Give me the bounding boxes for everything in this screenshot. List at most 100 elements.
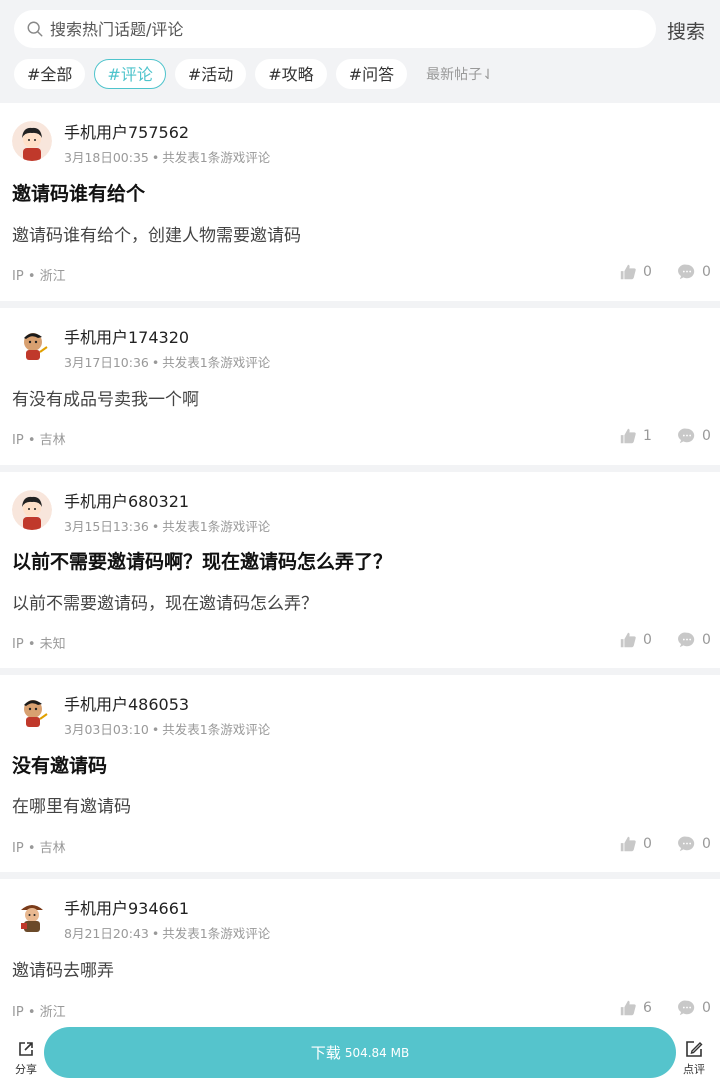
separator-dot: • xyxy=(151,519,160,534)
post-time: 3月17日10:36 xyxy=(64,355,149,370)
comment-button[interactable]: 0 xyxy=(678,427,711,445)
post-location: IP • 浙江 xyxy=(12,1005,66,1020)
post-card[interactable]: 手机用户486053 3月03日03:10 • 共发表1条游戏评论 没有邀请码 在哪… xyxy=(0,675,720,872)
comment-icon xyxy=(678,428,695,444)
avatar[interactable] xyxy=(12,693,52,733)
post-location: IP • 浙江 xyxy=(12,269,66,284)
review-count: 共发表1条游戏评论 xyxy=(162,519,271,534)
avatar[interactable] xyxy=(12,490,52,530)
comment-icon xyxy=(678,836,695,852)
post-location: IP • 未知 xyxy=(12,637,66,652)
thumbs-up-icon xyxy=(620,428,636,444)
like-count: 1 xyxy=(643,428,652,444)
username[interactable]: 手机用户680321 xyxy=(64,488,189,512)
post-card[interactable]: 手机用户680321 3月15日13:36 • 共发表1条游戏评论 以前不需要邀请码… xyxy=(0,472,720,668)
sort-dropdown[interactable]: 最新帖子⇃ xyxy=(426,64,494,84)
monkey-avatar-icon xyxy=(12,326,52,366)
boy-avatar-icon xyxy=(12,121,52,161)
search-input[interactable] xyxy=(48,18,612,40)
post-location: IP • 吉林 xyxy=(12,433,66,448)
thumbs-up-icon xyxy=(620,264,636,280)
post-meta: 3月15日13:36 • 共发表1条游戏评论 xyxy=(64,516,270,535)
tag-review[interactable]: #评论 xyxy=(94,59,166,89)
like-count: 6 xyxy=(643,1000,652,1016)
comment-button[interactable]: 0 xyxy=(678,999,711,1017)
share-label: 分享 xyxy=(15,1063,37,1076)
review-count: 共发表1条游戏评论 xyxy=(162,150,271,165)
comment-count: 0 xyxy=(702,1000,711,1016)
post-body: 邀请码谁有给个，创建人物需要邀请码 xyxy=(12,226,301,246)
like-button[interactable]: 0 xyxy=(619,835,652,853)
warrior-avatar-icon xyxy=(12,897,52,937)
post-title: 邀请码谁有给个 xyxy=(12,183,146,205)
avatar[interactable] xyxy=(12,121,52,161)
download-button[interactable]: 下载 504.84 MB xyxy=(44,1027,676,1078)
comment-count: 0 xyxy=(702,264,711,280)
header: 搜索 #全部 #评论 #活动 #攻略 #问答 最新帖子⇃ xyxy=(0,0,720,103)
review-count: 共发表1条游戏评论 xyxy=(162,722,271,737)
separator-dot: • xyxy=(151,722,160,737)
like-count: 0 xyxy=(643,632,652,648)
post-title: 没有邀请码 xyxy=(12,755,108,777)
post-time: 3月15日13:36 xyxy=(64,519,149,534)
post-meta: 3月18日00:35 • 共发表1条游戏评论 xyxy=(64,147,270,166)
share-button[interactable]: 分享 xyxy=(10,1039,42,1077)
comment-button[interactable]: 0 xyxy=(678,631,711,649)
like-count: 0 xyxy=(643,264,652,280)
review-button[interactable]: 点评 xyxy=(678,1039,710,1077)
review-count: 共发表1条游戏评论 xyxy=(162,926,271,941)
username[interactable]: 手机用户174320 xyxy=(64,324,189,348)
search-button[interactable]: 搜索 xyxy=(667,17,705,44)
username[interactable]: 手机用户934661 xyxy=(64,895,189,919)
like-button[interactable]: 6 xyxy=(619,999,652,1017)
boy-avatar-icon xyxy=(12,490,52,530)
tag-filter-bar: #全部 #评论 #活动 #攻略 #问答 最新帖子⇃ xyxy=(14,59,494,89)
avatar[interactable] xyxy=(12,897,52,937)
tag-activity[interactable]: #活动 xyxy=(174,59,247,89)
comment-icon xyxy=(678,264,695,280)
like-button[interactable]: 0 xyxy=(619,263,652,281)
tag-guide[interactable]: #攻略 xyxy=(255,59,327,89)
monkey-avatar-icon xyxy=(12,693,52,733)
avatar[interactable] xyxy=(12,326,52,366)
post-body: 以前不需要邀请码，现在邀请码怎么弄？ xyxy=(12,594,318,614)
post-card[interactable]: 手机用户757562 3月18日00:35 • 共发表1条游戏评论 邀请码谁有给个 … xyxy=(0,103,720,301)
post-meta: 8月21日20:43 • 共发表1条游戏评论 xyxy=(64,923,270,942)
post-time: 3月03日03:10 xyxy=(64,722,149,737)
tag-all[interactable]: #全部 xyxy=(14,59,86,89)
download-label: 下载 xyxy=(310,1044,341,1062)
comment-button[interactable]: 0 xyxy=(678,263,711,281)
comment-button[interactable]: 0 xyxy=(678,835,711,853)
bottom-action-bar: 分享 下载 504.84 MB 点评 xyxy=(0,1023,720,1085)
like-button[interactable]: 1 xyxy=(619,427,652,445)
separator-dot: • xyxy=(151,355,160,370)
post-card[interactable]: 手机用户174320 3月17日10:36 • 共发表1条游戏评论 有没有成品号卖我… xyxy=(0,308,720,465)
comment-count: 0 xyxy=(702,632,711,648)
post-meta: 3月17日10:36 • 共发表1条游戏评论 xyxy=(64,352,270,371)
download-size: 504.84 MB xyxy=(344,1045,410,1060)
review-label: 点评 xyxy=(683,1063,705,1076)
post-body: 邀请码去哪弄 xyxy=(12,961,114,981)
review-count: 共发表1条游戏评论 xyxy=(162,355,271,370)
thumbs-up-icon xyxy=(620,836,636,852)
share-icon xyxy=(19,1042,33,1056)
thumbs-up-icon xyxy=(620,1000,636,1016)
search-box[interactable] xyxy=(14,10,656,48)
post-time: 3月18日00:35 xyxy=(64,150,149,165)
post-card[interactable]: 手机用户934661 8月21日20:43 • 共发表1条游戏评论 邀请码去哪弄 I… xyxy=(0,879,720,1039)
username[interactable]: 手机用户757562 xyxy=(64,119,189,143)
like-button[interactable]: 0 xyxy=(619,631,652,649)
post-time: 8月21日20:43 xyxy=(64,926,149,941)
post-body: 在哪里有邀请码 xyxy=(12,797,131,817)
username[interactable]: 手机用户486053 xyxy=(64,691,189,715)
separator-dot: • xyxy=(151,926,160,941)
thumbs-up-icon xyxy=(620,632,636,648)
comment-count: 0 xyxy=(702,428,711,444)
search-icon xyxy=(27,21,43,37)
comment-icon xyxy=(678,1000,695,1016)
tag-qa[interactable]: #问答 xyxy=(335,59,408,89)
like-count: 0 xyxy=(643,836,652,852)
post-location: IP • 吉林 xyxy=(12,841,66,856)
post-title: 以前不需要邀请码啊？现在邀请码怎么弄了？ xyxy=(12,551,393,573)
post-meta: 3月03日03:10 • 共发表1条游戏评论 xyxy=(64,719,270,738)
